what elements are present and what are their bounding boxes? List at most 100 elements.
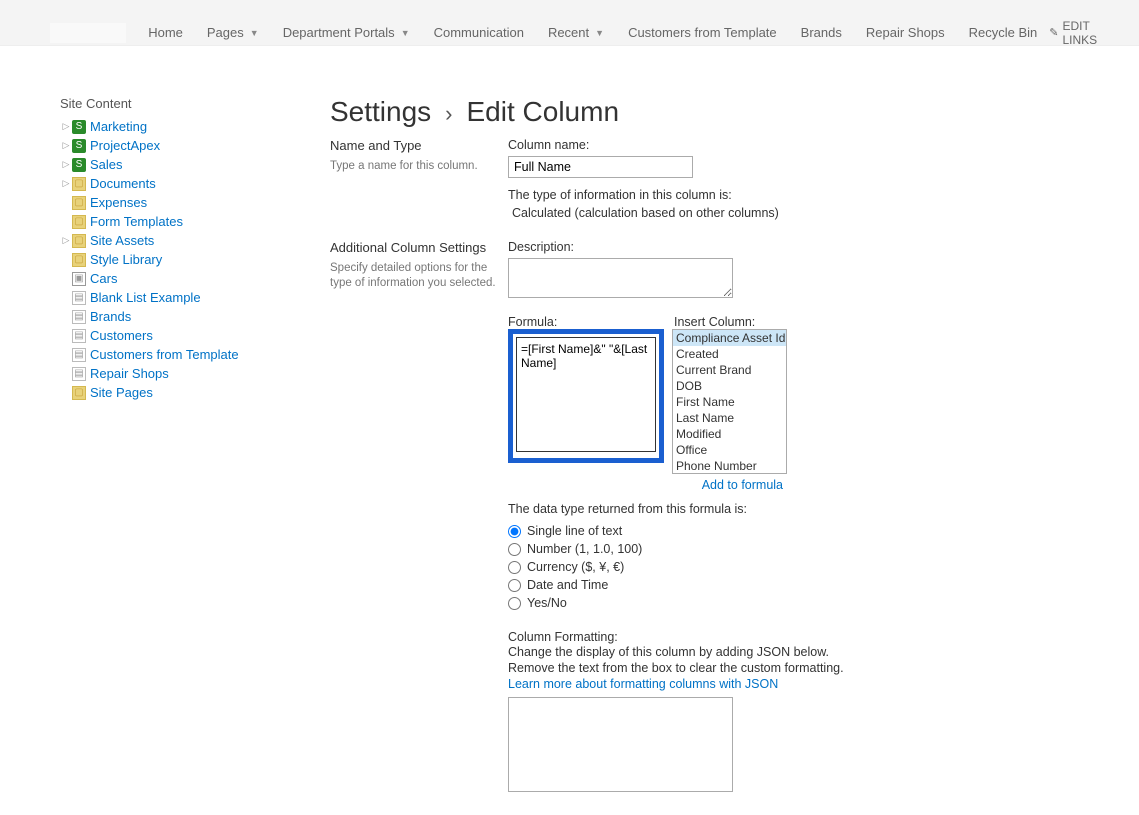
return-type-radio[interactable] xyxy=(508,597,521,610)
return-type-radio[interactable] xyxy=(508,525,521,538)
sidebar-item-documents[interactable]: ▷▢ Documents xyxy=(60,174,330,193)
insert-option-compliance-asset-id[interactable]: Compliance Asset Id xyxy=(673,330,786,346)
expand-icon[interactable]: ▷ xyxy=(60,159,72,170)
description-label: Description: xyxy=(508,240,1099,254)
pencil-icon: ✎ xyxy=(1049,26,1058,39)
nav-item-recent[interactable]: Recent▼ xyxy=(548,25,604,40)
sidebar-item-label: ProjectApex xyxy=(90,138,160,153)
sidebar-item-label: Marketing xyxy=(90,119,147,134)
sidebar-item-customers-from-template[interactable]: ▷▤Customers from Template xyxy=(60,345,330,364)
insert-option-modified[interactable]: Modified xyxy=(673,426,786,442)
return-type-radio-label: Yes/No xyxy=(527,596,567,610)
insert-option-first-name[interactable]: First Name xyxy=(673,394,786,410)
sidebar-item-brands[interactable]: ▷▤Brands xyxy=(60,307,330,326)
expand-icon[interactable]: ▷ xyxy=(60,121,72,132)
name-type-sub: Type a name for this column. xyxy=(330,159,508,174)
sidebar-item-form-templates[interactable]: ▷▢Form Templates xyxy=(60,212,330,231)
expand-icon[interactable]: ▷ xyxy=(60,178,72,189)
expand-icon[interactable]: ▷ xyxy=(60,235,72,246)
folder-icon: ▢ xyxy=(72,253,86,267)
return-type-option-2[interactable]: Currency ($, ¥, €) xyxy=(508,558,1099,576)
return-type-radio-label: Number (1, 1.0, 100) xyxy=(527,542,642,556)
list-icon: ▤ xyxy=(72,348,86,362)
sidebar-item-expenses[interactable]: ▷▢Expenses xyxy=(60,193,330,212)
sidebar-item-site-pages[interactable]: ▷▢Site Pages xyxy=(60,383,330,402)
breadcrumb-settings[interactable]: Settings xyxy=(330,96,431,128)
return-type-option-4[interactable]: Yes/No xyxy=(508,594,1099,612)
nav-item-home[interactable]: Home xyxy=(148,25,183,40)
insert-option-current-brand[interactable]: Current Brand xyxy=(673,362,786,378)
return-type-option-3[interactable]: Date and Time xyxy=(508,576,1099,594)
list-icon: ▤ xyxy=(72,291,86,305)
column-name-label: Column name: xyxy=(508,138,1099,152)
sidebar-item-label: Style Library xyxy=(90,252,162,267)
site-content-tree: ▷SMarketing▷SProjectApex▷SSales▷▢Documen… xyxy=(60,117,330,402)
insert-option-office[interactable]: Office xyxy=(673,442,786,458)
sidebar-title: Site Content xyxy=(60,96,330,111)
sidebar-item-label: Documents xyxy=(90,176,156,191)
return-type-radio[interactable] xyxy=(508,561,521,574)
expand-icon[interactable]: ▷ xyxy=(60,140,72,151)
insert-option-dob[interactable]: DOB xyxy=(673,378,786,394)
return-type-option-0[interactable]: Single line of text xyxy=(508,522,1099,540)
formatting-sub2: Remove the text from the box to clear th… xyxy=(508,660,1099,676)
site-icon: S xyxy=(72,139,86,153)
sidebar-item-label: Cars xyxy=(90,271,117,286)
insert-option-created[interactable]: Created xyxy=(673,346,786,362)
nav-item-department-portals[interactable]: Department Portals▼ xyxy=(283,25,410,40)
return-type-radio[interactable] xyxy=(508,579,521,592)
sidebar-item-label: Repair Shops xyxy=(90,366,169,381)
sidebar-item-repair-shops[interactable]: ▷▤Repair Shops xyxy=(60,364,330,383)
type-info-label: The type of information in this column i… xyxy=(508,188,1099,202)
left-sidebar: Site Content ▷SMarketing▷SProjectApex▷SS… xyxy=(0,96,330,815)
formula-input[interactable] xyxy=(516,337,656,452)
folder-icon: ▢ xyxy=(72,177,86,191)
formatting-sub1: Change the display of this column by add… xyxy=(508,644,1099,660)
return-type-radio-label: Single line of text xyxy=(527,524,622,538)
folder-icon: ▢ xyxy=(72,234,86,248)
nav-item-recycle-bin[interactable]: Recycle Bin xyxy=(969,25,1038,40)
nav-item-brands[interactable]: Brands xyxy=(801,25,842,40)
edit-links[interactable]: ✎ EDIT LINKS xyxy=(1049,19,1109,47)
folder-icon: ▢ xyxy=(72,215,86,229)
json-formatting-input[interactable] xyxy=(508,697,733,792)
sidebar-item-blank-list-example[interactable]: ▷▤Blank List Example xyxy=(60,288,330,307)
additional-heading: Additional Column Settings xyxy=(330,240,508,255)
chevron-down-icon: ▼ xyxy=(250,28,259,38)
nav-item-pages[interactable]: Pages▼ xyxy=(207,25,259,40)
breadcrumb-separator-icon: › xyxy=(445,101,452,127)
folder-icon: ▢ xyxy=(72,196,86,210)
description-input[interactable] xyxy=(508,258,733,298)
list-icon: ▤ xyxy=(72,367,86,381)
formula-label: Formula: xyxy=(508,315,666,329)
site-icon: S xyxy=(72,158,86,172)
name-type-heading: Name and Type xyxy=(330,138,508,153)
sidebar-item-projectapex[interactable]: ▷S ProjectApex xyxy=(60,136,330,155)
add-to-formula-link[interactable]: Add to formula xyxy=(508,478,783,492)
formula-highlight-frame xyxy=(508,329,664,463)
formatting-learn-more-link[interactable]: Learn more about formatting columns with… xyxy=(508,677,1099,691)
insert-option-phone-number[interactable]: Phone Number xyxy=(673,458,786,474)
insert-option-last-name[interactable]: Last Name xyxy=(673,410,786,426)
nav-item-communication[interactable]: Communication xyxy=(434,25,524,40)
site-logo[interactable] xyxy=(50,23,126,43)
sidebar-item-customers[interactable]: ▷▤Customers xyxy=(60,326,330,345)
return-type-radio[interactable] xyxy=(508,543,521,556)
return-type-radio-label: Currency ($, ¥, €) xyxy=(527,560,624,574)
type-info-value: Calculated (calculation based on other c… xyxy=(512,206,1099,220)
sidebar-item-label: Sales xyxy=(90,157,123,172)
nav-item-repair-shops[interactable]: Repair Shops xyxy=(866,25,945,40)
list-icon: ▤ xyxy=(72,329,86,343)
insert-column-list[interactable]: Compliance Asset IdCreatedCurrent BrandD… xyxy=(672,329,787,474)
sidebar-item-sales[interactable]: ▷S Sales xyxy=(60,155,330,174)
sidebar-item-cars[interactable]: ▷▣Cars xyxy=(60,269,330,288)
return-type-group: Single line of text Number (1, 1.0, 100) C… xyxy=(508,522,1099,612)
return-type-option-1[interactable]: Number (1, 1.0, 100) xyxy=(508,540,1099,558)
sidebar-item-marketing[interactable]: ▷SMarketing xyxy=(60,117,330,136)
list-icon: ▤ xyxy=(72,310,86,324)
nav-item-customers-from-template[interactable]: Customers from Template xyxy=(628,25,777,40)
main-content: Settings › Edit Column Name and Type Typ… xyxy=(330,96,1139,815)
column-name-input[interactable] xyxy=(508,156,693,178)
sidebar-item-site-assets[interactable]: ▷▢Site Assets xyxy=(60,231,330,250)
sidebar-item-style-library[interactable]: ▷▢Style Library xyxy=(60,250,330,269)
